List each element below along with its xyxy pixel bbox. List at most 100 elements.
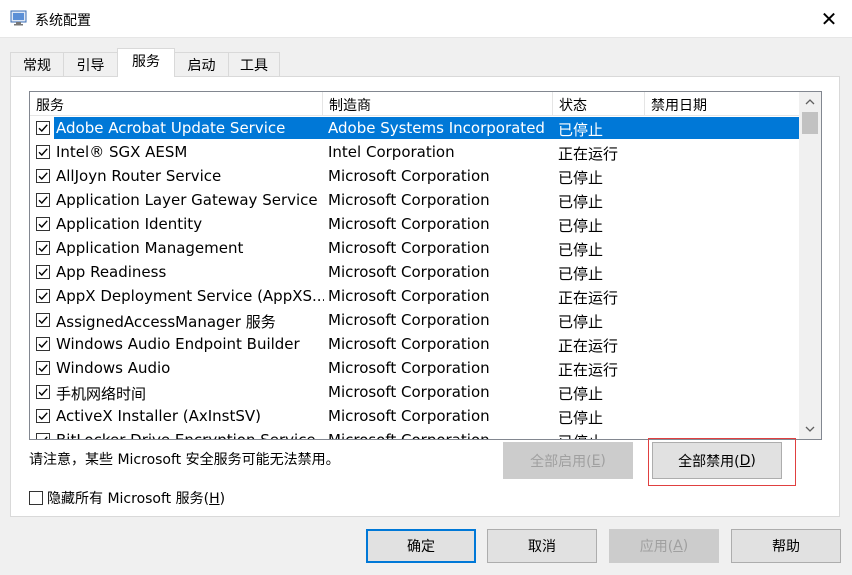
title-bar: 系统配置 ✕: [0, 0, 852, 38]
button-label: 帮助: [772, 539, 800, 555]
table-row[interactable]: ActiveX Installer (AxInstSV) Microsoft Co…: [30, 404, 800, 428]
cancel-button[interactable]: 取消: [487, 529, 597, 563]
column-header-status[interactable]: 状态: [553, 92, 645, 116]
service-checkbox[interactable]: [36, 121, 50, 135]
service-checkbox[interactable]: [36, 265, 50, 279]
service-status: 已停止: [558, 313, 604, 331]
button-label: 取消: [528, 539, 556, 555]
checkbox-box[interactable]: [29, 491, 43, 505]
column-header-disable-date[interactable]: 禁用日期: [645, 92, 800, 116]
service-name: Windows Audio: [56, 359, 171, 377]
hide-microsoft-services-checkbox[interactable]: 隐藏所有 Microsoft 服务(H): [29, 488, 225, 508]
tab-services[interactable]: 服务: [117, 48, 175, 77]
table-row[interactable]: Windows Audio Microsoft Corporation 正在运行: [30, 356, 800, 380]
service-vendor: Microsoft Corporation: [328, 359, 490, 377]
close-button[interactable]: ✕: [806, 0, 852, 38]
tab-label: 工具: [240, 58, 268, 74]
column-header-vendor[interactable]: 制造商: [323, 92, 553, 116]
services-panel: 服务 制造商 状态 禁用日期 Adobe Acrobat Update Serv…: [10, 76, 840, 517]
service-checkbox[interactable]: [36, 409, 50, 423]
service-status: 正在运行: [558, 289, 619, 307]
table-row[interactable]: Windows Audio Endpoint Builder Microsoft …: [30, 332, 800, 356]
security-note: 请注意，某些 Microsoft 安全服务可能无法禁用。: [29, 452, 340, 468]
scroll-thumb[interactable]: [802, 112, 818, 134]
service-vendor: Microsoft Corporation: [328, 167, 490, 185]
table-row[interactable]: Application Layer Gateway Service Microso…: [30, 188, 800, 212]
help-button[interactable]: 帮助: [731, 529, 841, 563]
column-label: 服务: [36, 98, 64, 114]
services-list[interactable]: 服务 制造商 状态 禁用日期 Adobe Acrobat Update Serv…: [29, 91, 822, 440]
chevron-up-icon: [805, 99, 815, 105]
column-label: 状态: [559, 98, 587, 114]
service-status: 已停止: [558, 241, 604, 259]
button-label: 全部启用(: [530, 453, 592, 470]
checkbox-label: ): [219, 491, 226, 507]
table-row[interactable]: Application Management Microsoft Corporat…: [30, 236, 800, 260]
table-row[interactable]: BitLocker Drive Encryption Service Micros…: [30, 428, 800, 440]
service-checkbox[interactable]: [36, 193, 50, 207]
tab-general[interactable]: 常规: [10, 52, 64, 76]
service-name: Application Identity: [56, 215, 203, 233]
button-label: 确定: [407, 539, 435, 555]
button-label: 全部禁用(: [678, 453, 740, 470]
service-name: AssignedAccessManager 服务: [56, 313, 276, 331]
tab-tools[interactable]: 工具: [228, 52, 280, 76]
table-row[interactable]: AssignedAccessManager 服务 Microsoft Corpor…: [30, 308, 800, 332]
tab-label: 常规: [23, 58, 51, 74]
service-status: 已停止: [558, 385, 604, 403]
service-checkbox[interactable]: [36, 313, 50, 327]
service-vendor: Adobe Systems Incorporated: [328, 119, 545, 137]
service-vendor: Microsoft Corporation: [328, 407, 490, 425]
column-header-service[interactable]: 服务: [30, 92, 323, 116]
service-checkbox[interactable]: [36, 241, 50, 255]
table-row[interactable]: AllJoyn Router Service Microsoft Corporat…: [30, 164, 800, 188]
tab-label: 服务: [132, 54, 160, 70]
tab-strip: 常规 引导 服务 启动 工具: [10, 48, 840, 77]
service-name: Windows Audio Endpoint Builder: [56, 335, 300, 353]
service-checkbox[interactable]: [36, 385, 50, 399]
service-vendor: Microsoft Corporation: [328, 191, 490, 209]
service-status: 已停止: [558, 121, 604, 139]
service-vendor: Intel Corporation: [328, 143, 455, 161]
table-row[interactable]: App Readiness Microsoft Corporation 已停止: [30, 260, 800, 284]
service-status: 已停止: [558, 193, 604, 211]
service-checkbox[interactable]: [36, 289, 50, 303]
table-row[interactable]: 手机网络时间 Microsoft Corporation 已停止: [30, 380, 800, 404]
service-vendor: Microsoft Corporation: [328, 239, 490, 257]
service-checkbox[interactable]: [36, 145, 50, 159]
list-rows: Adobe Acrobat Update Service Adobe System…: [30, 116, 800, 440]
service-status: 已停止: [558, 265, 604, 283]
table-row[interactable]: AppX Deployment Service (AppXS... Microso…: [30, 284, 800, 308]
access-key: H: [209, 491, 220, 507]
tab-boot[interactable]: 引导: [63, 52, 118, 76]
scroll-up-button[interactable]: [799, 92, 821, 112]
vertical-scrollbar[interactable]: [799, 92, 821, 439]
service-name: Application Layer Gateway Service: [56, 191, 318, 209]
service-checkbox[interactable]: [36, 337, 50, 351]
service-name: App Readiness: [56, 263, 167, 281]
service-checkbox[interactable]: [36, 217, 50, 231]
button-label: ): [682, 538, 689, 554]
service-checkbox[interactable]: [36, 169, 50, 183]
apply-button[interactable]: 应用(A): [609, 529, 719, 563]
service-checkbox[interactable]: [36, 433, 50, 439]
disable-all-button[interactable]: 全部禁用(D): [652, 442, 782, 479]
button-label: ): [750, 452, 756, 469]
column-label: 禁用日期: [651, 98, 707, 114]
ok-button[interactable]: 确定: [366, 529, 476, 563]
service-vendor: Microsoft Corporation: [328, 287, 490, 305]
window-title: 系统配置: [35, 13, 91, 29]
service-status: 已停止: [558, 409, 604, 427]
service-vendor: Microsoft Corporation: [328, 263, 490, 281]
service-checkbox[interactable]: [36, 361, 50, 375]
table-row[interactable]: Adobe Acrobat Update Service Adobe System…: [30, 116, 800, 140]
enable-all-button[interactable]: 全部启用(E): [503, 442, 633, 479]
service-name: BitLocker Drive Encryption Service: [56, 431, 316, 440]
scroll-down-button[interactable]: [799, 419, 821, 439]
table-row[interactable]: Application Identity Microsoft Corporatio…: [30, 212, 800, 236]
service-vendor: Microsoft Corporation: [328, 383, 490, 401]
service-vendor: Microsoft Corporation: [328, 335, 490, 353]
tab-startup[interactable]: 启动: [174, 52, 229, 76]
tab-label: 引导: [76, 58, 105, 74]
table-row[interactable]: Intel® SGX AESM Intel Corporation 正在运行: [30, 140, 800, 164]
